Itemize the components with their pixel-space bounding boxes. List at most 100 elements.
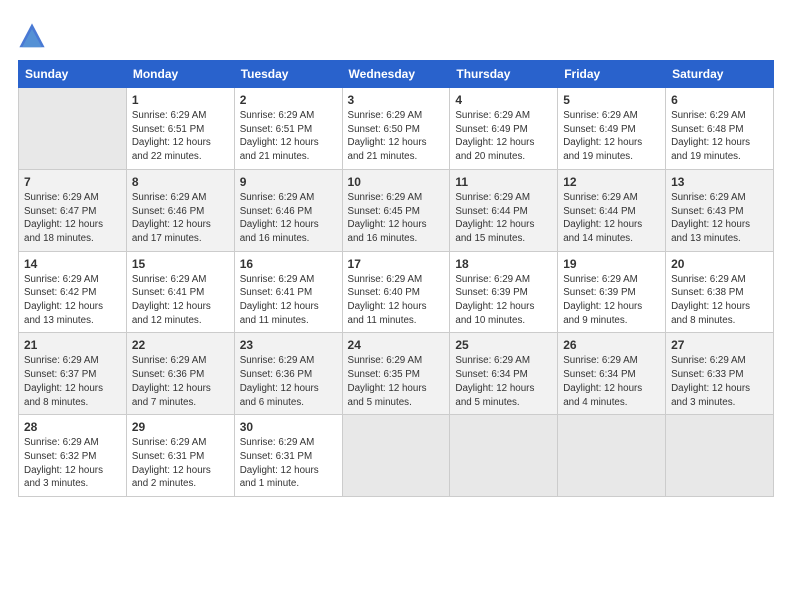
day-number: 19 [563, 257, 660, 271]
day-number: 17 [348, 257, 445, 271]
day-info: Sunrise: 6:29 AM Sunset: 6:44 PM Dayligh… [563, 191, 660, 246]
day-number: 25 [455, 338, 552, 352]
day-info: Sunrise: 6:29 AM Sunset: 6:49 PM Dayligh… [563, 109, 660, 164]
day-number: 2 [240, 93, 337, 107]
empty-cell [342, 415, 450, 497]
day-info: Sunrise: 6:29 AM Sunset: 6:32 PM Dayligh… [24, 436, 121, 491]
day-number: 15 [132, 257, 229, 271]
day-info: Sunrise: 6:29 AM Sunset: 6:31 PM Dayligh… [132, 436, 229, 491]
weekday-header-wednesday: Wednesday [342, 61, 450, 88]
day-number: 27 [671, 338, 768, 352]
weekday-header-monday: Monday [126, 61, 234, 88]
day-info: Sunrise: 6:29 AM Sunset: 6:50 PM Dayligh… [348, 109, 445, 164]
day-cell-10: 10Sunrise: 6:29 AM Sunset: 6:45 PM Dayli… [342, 169, 450, 251]
day-info: Sunrise: 6:29 AM Sunset: 6:41 PM Dayligh… [240, 273, 337, 328]
day-cell-1: 1 Sunrise: 6:29 AM Sunset: 6:51 PM Daylig… [126, 88, 234, 170]
day-info: Sunrise: 6:29 AM Sunset: 6:36 PM Dayligh… [240, 354, 337, 409]
day-number: 6 [671, 93, 768, 107]
empty-cell [666, 415, 774, 497]
day-cell-25: 25 Sunrise: 6:29 AM Sunset: 6:34 PM Dayli… [450, 333, 558, 415]
day-info: Sunrise: 6:29 AM Sunset: 6:40 PM Dayligh… [348, 273, 445, 328]
day-cell-20: 20 Sunrise: 6:29 AM Sunset: 6:38 PM Dayli… [666, 251, 774, 333]
day-cell-17: 17 Sunrise: 6:29 AM Sunset: 6:40 PM Dayli… [342, 251, 450, 333]
day-info: Sunrise: 6:29 AM Sunset: 6:45 PM Dayligh… [348, 191, 445, 246]
day-number: 29 [132, 420, 229, 434]
day-info: Sunrise: 6:29 AM Sunset: 6:42 PM Dayligh… [24, 273, 121, 328]
weekday-header-thursday: Thursday [450, 61, 558, 88]
day-number: 26 [563, 338, 660, 352]
empty-cell [19, 88, 127, 170]
day-number: 1 [132, 93, 229, 107]
day-cell-7: 7 Sunrise: 6:29 AM Sunset: 6:47 PM Daylig… [19, 169, 127, 251]
day-info: Sunrise: 6:29 AM Sunset: 6:51 PM Dayligh… [132, 109, 229, 164]
logo-icon [18, 22, 46, 50]
day-info: Sunrise: 6:29 AM Sunset: 6:46 PM Dayligh… [132, 191, 229, 246]
day-cell-28: 28 Sunrise: 6:29 AM Sunset: 6:32 PM Dayli… [19, 415, 127, 497]
week-row-3: 14 Sunrise: 6:29 AM Sunset: 6:42 PM Dayli… [19, 251, 774, 333]
day-cell-14: 14 Sunrise: 6:29 AM Sunset: 6:42 PM Dayli… [19, 251, 127, 333]
day-info: Sunrise: 6:29 AM Sunset: 6:41 PM Dayligh… [132, 273, 229, 328]
day-cell-11: 11 Sunrise: 6:29 AM Sunset: 6:44 PM Dayli… [450, 169, 558, 251]
day-cell-2: 2 Sunrise: 6:29 AM Sunset: 6:51 PM Daylig… [234, 88, 342, 170]
day-number: 23 [240, 338, 337, 352]
calendar-table: SundayMondayTuesdayWednesdayThursdayFrid… [18, 60, 774, 497]
day-info: Sunrise: 6:29 AM Sunset: 6:39 PM Dayligh… [455, 273, 552, 328]
day-cell-24: 24 Sunrise: 6:29 AM Sunset: 6:35 PM Dayli… [342, 333, 450, 415]
day-cell-22: 22 Sunrise: 6:29 AM Sunset: 6:36 PM Dayli… [126, 333, 234, 415]
page: SundayMondayTuesdayWednesdayThursdayFrid… [0, 0, 792, 612]
day-cell-6: 6 Sunrise: 6:29 AM Sunset: 6:48 PM Daylig… [666, 88, 774, 170]
logo [18, 22, 50, 50]
day-number: 11 [455, 175, 552, 189]
day-number: 14 [24, 257, 121, 271]
week-row-1: 1 Sunrise: 6:29 AM Sunset: 6:51 PM Daylig… [19, 88, 774, 170]
day-number: 9 [240, 175, 337, 189]
day-info: Sunrise: 6:29 AM Sunset: 6:48 PM Dayligh… [671, 109, 768, 164]
weekday-header-tuesday: Tuesday [234, 61, 342, 88]
day-number: 7 [24, 175, 121, 189]
day-number: 21 [24, 338, 121, 352]
week-row-4: 21Sunrise: 6:29 AM Sunset: 6:37 PM Dayli… [19, 333, 774, 415]
day-cell-15: 15 Sunrise: 6:29 AM Sunset: 6:41 PM Dayli… [126, 251, 234, 333]
week-row-5: 28 Sunrise: 6:29 AM Sunset: 6:32 PM Dayli… [19, 415, 774, 497]
day-cell-29: 29 Sunrise: 6:29 AM Sunset: 6:31 PM Dayli… [126, 415, 234, 497]
day-info: Sunrise: 6:29 AM Sunset: 6:33 PM Dayligh… [671, 354, 768, 409]
day-number: 24 [348, 338, 445, 352]
day-info: Sunrise: 6:29 AM Sunset: 6:34 PM Dayligh… [563, 354, 660, 409]
day-info: Sunrise: 6:29 AM Sunset: 6:38 PM Dayligh… [671, 273, 768, 328]
day-info: Sunrise: 6:29 AM Sunset: 6:39 PM Dayligh… [563, 273, 660, 328]
day-info: Sunrise: 6:29 AM Sunset: 6:36 PM Dayligh… [132, 354, 229, 409]
day-number: 12 [563, 175, 660, 189]
day-cell-4: 4Sunrise: 6:29 AM Sunset: 6:49 PM Daylig… [450, 88, 558, 170]
day-cell-18: 18 Sunrise: 6:29 AM Sunset: 6:39 PM Dayli… [450, 251, 558, 333]
day-cell-8: 8 Sunrise: 6:29 AM Sunset: 6:46 PM Daylig… [126, 169, 234, 251]
day-number: 8 [132, 175, 229, 189]
day-cell-19: 19 Sunrise: 6:29 AM Sunset: 6:39 PM Dayli… [558, 251, 666, 333]
weekday-header-sunday: Sunday [19, 61, 127, 88]
day-info: Sunrise: 6:29 AM Sunset: 6:35 PM Dayligh… [348, 354, 445, 409]
day-cell-13: 13 Sunrise: 6:29 AM Sunset: 6:43 PM Dayli… [666, 169, 774, 251]
day-cell-30: 30Sunrise: 6:29 AM Sunset: 6:31 PM Dayli… [234, 415, 342, 497]
day-number: 5 [563, 93, 660, 107]
empty-cell [450, 415, 558, 497]
day-number: 28 [24, 420, 121, 434]
day-number: 16 [240, 257, 337, 271]
day-number: 20 [671, 257, 768, 271]
day-cell-16: 16 Sunrise: 6:29 AM Sunset: 6:41 PM Dayli… [234, 251, 342, 333]
day-number: 30 [240, 420, 337, 434]
day-info: Sunrise: 6:29 AM Sunset: 6:34 PM Dayligh… [455, 354, 552, 409]
day-info: Sunrise: 6:29 AM Sunset: 6:46 PM Dayligh… [240, 191, 337, 246]
day-cell-12: 12 Sunrise: 6:29 AM Sunset: 6:44 PM Dayli… [558, 169, 666, 251]
day-number: 18 [455, 257, 552, 271]
day-info: Sunrise: 6:29 AM Sunset: 6:43 PM Dayligh… [671, 191, 768, 246]
header [18, 18, 774, 50]
day-info: Sunrise: 6:29 AM Sunset: 6:47 PM Dayligh… [24, 191, 121, 246]
day-cell-21: 21Sunrise: 6:29 AM Sunset: 6:37 PM Dayli… [19, 333, 127, 415]
day-info: Sunrise: 6:29 AM Sunset: 6:49 PM Dayligh… [455, 109, 552, 164]
day-cell-9: 9 Sunrise: 6:29 AM Sunset: 6:46 PM Daylig… [234, 169, 342, 251]
day-info: Sunrise: 6:29 AM Sunset: 6:51 PM Dayligh… [240, 109, 337, 164]
day-info: Sunrise: 6:29 AM Sunset: 6:44 PM Dayligh… [455, 191, 552, 246]
day-number: 13 [671, 175, 768, 189]
day-cell-23: 23 Sunrise: 6:29 AM Sunset: 6:36 PM Dayli… [234, 333, 342, 415]
day-number: 3 [348, 93, 445, 107]
day-number: 22 [132, 338, 229, 352]
